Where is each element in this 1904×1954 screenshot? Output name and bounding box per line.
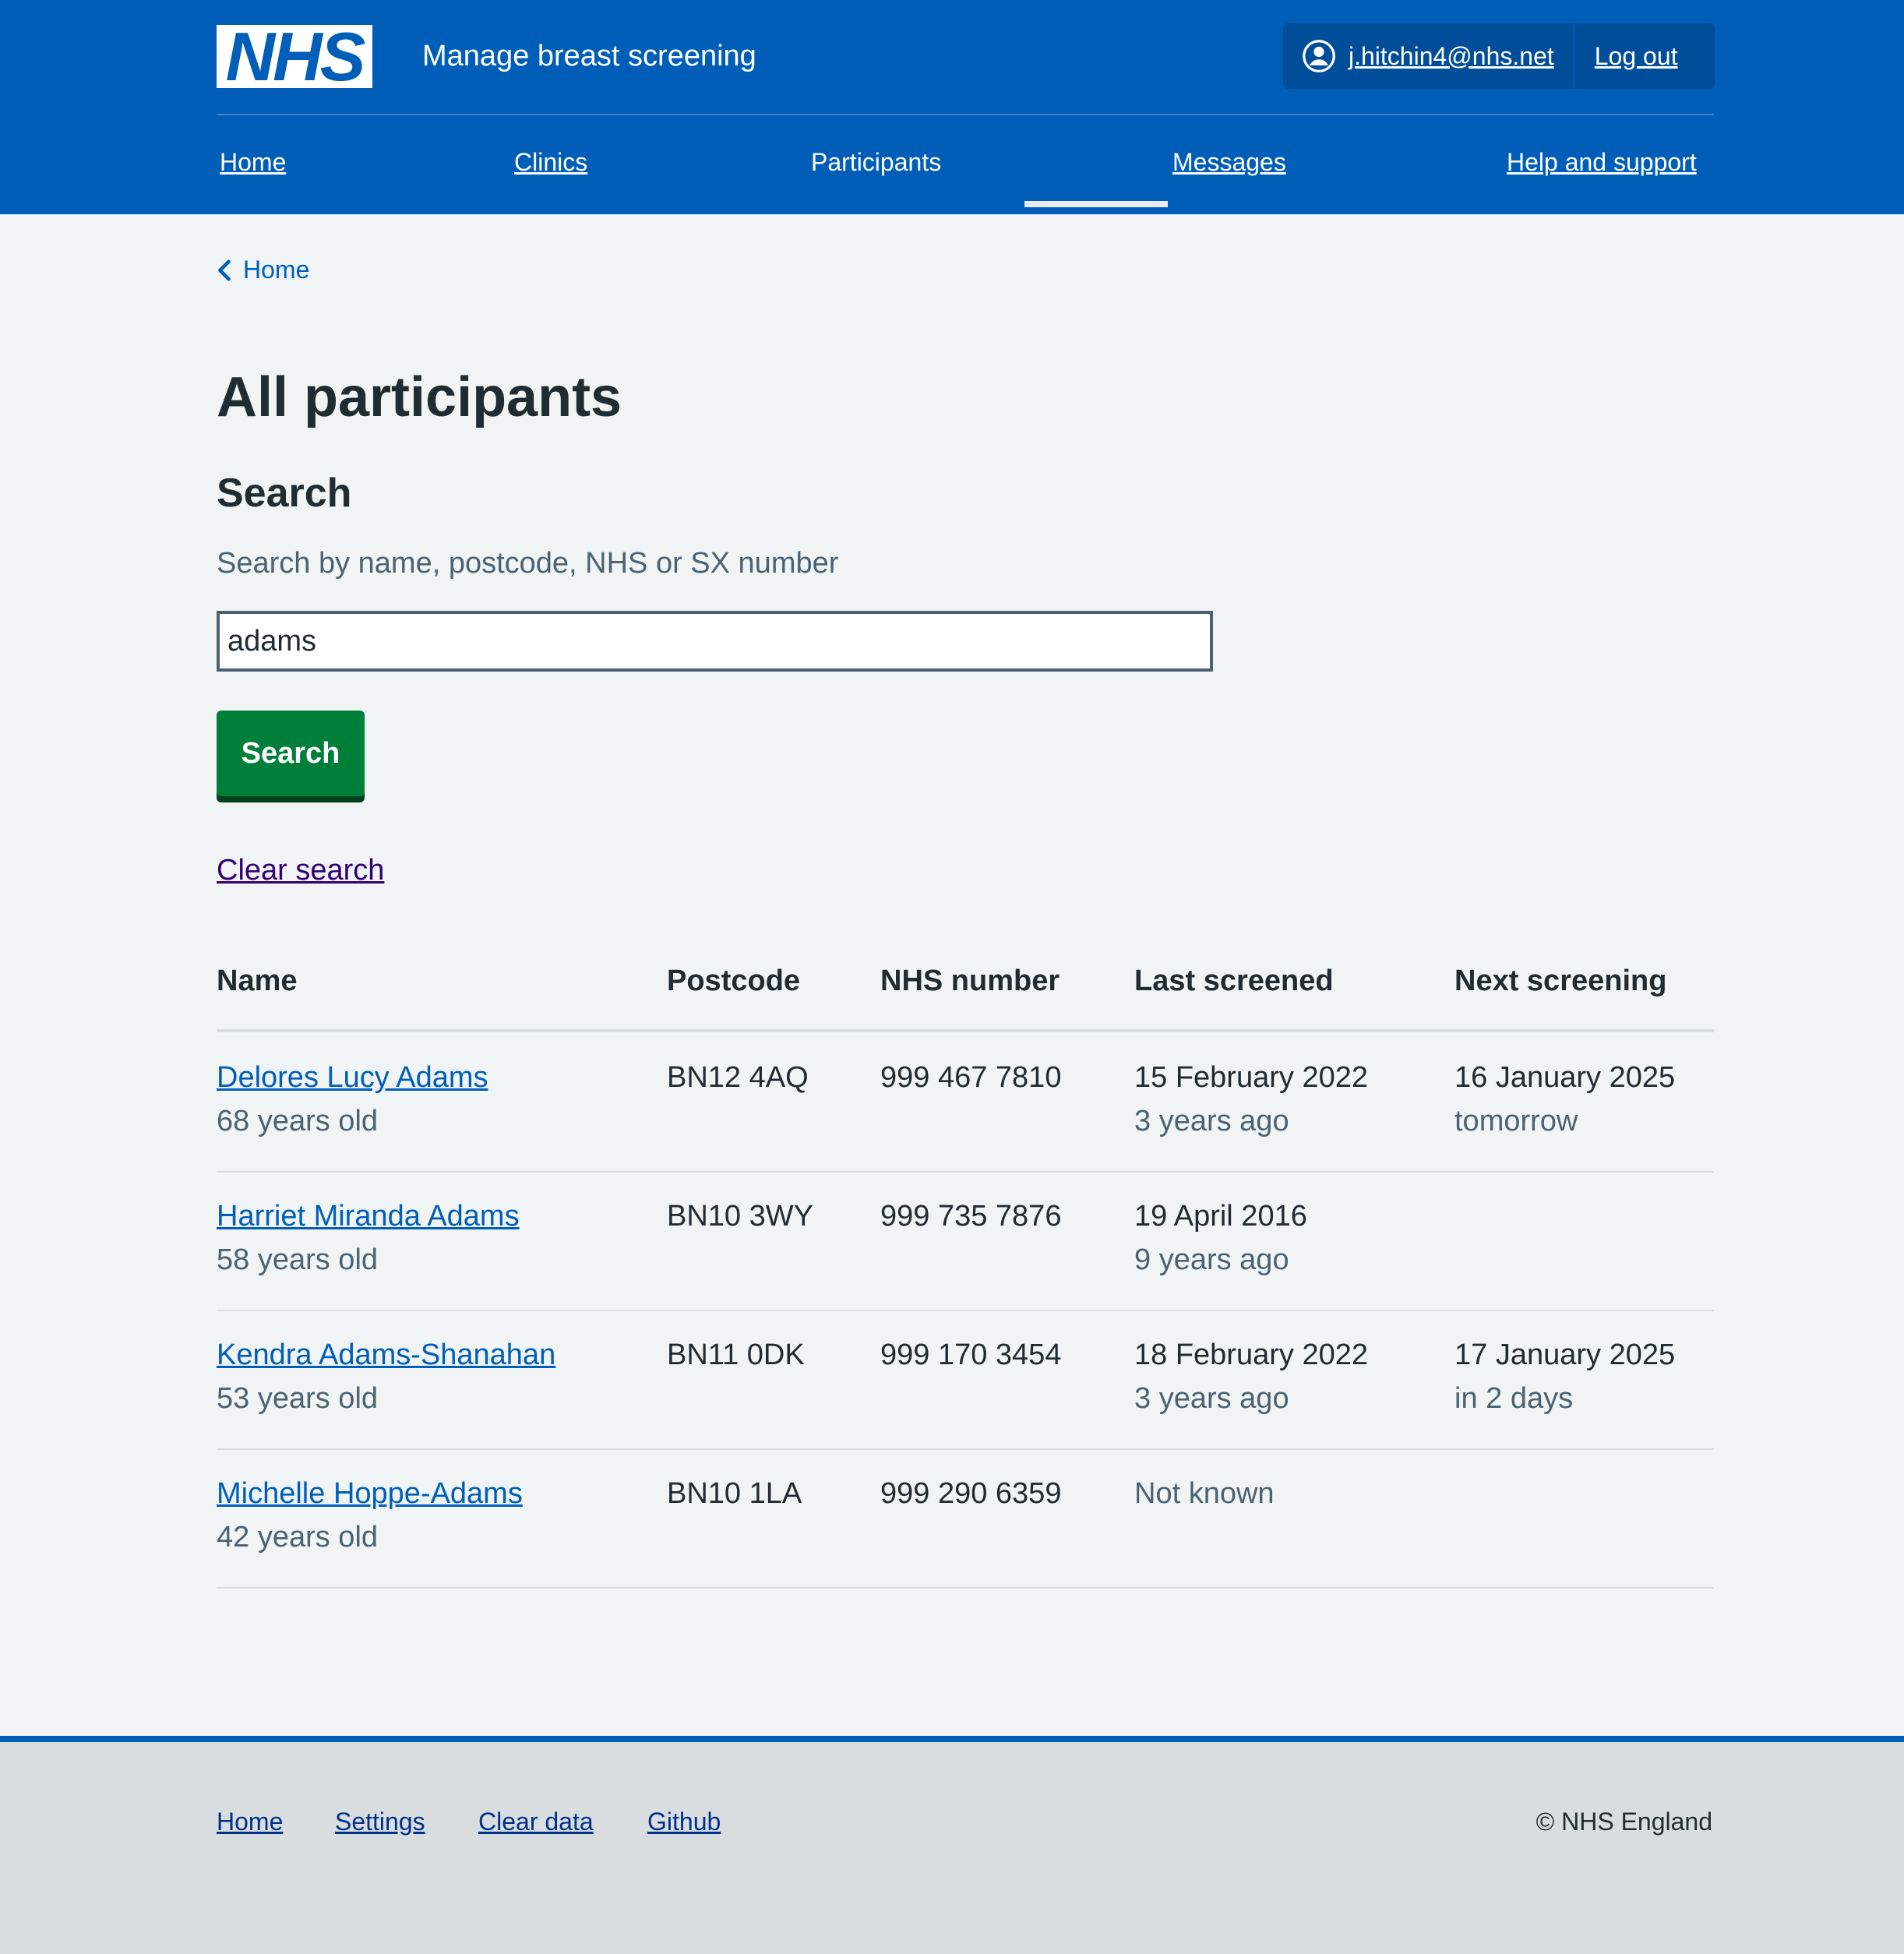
last-screened-cell: 19 April 2016 9 years ago [1134, 1194, 1307, 1282]
back-link[interactable]: Home [217, 256, 309, 284]
next-screening-relative: in 2 days [1454, 1382, 1574, 1415]
footer-link-github[interactable]: Github [647, 1808, 721, 1836]
column-header-next-screening: Next screening [1454, 965, 1667, 997]
participant-cell: Michelle Hoppe-Adams 42 years old [217, 1472, 523, 1559]
participant-age: 58 years old [217, 1243, 379, 1276]
next-screening-cell: 16 January 2025 tomorrow [1454, 1056, 1675, 1143]
service-name[interactable]: Manage breast screening [422, 34, 756, 78]
search-heading: Search [217, 471, 352, 516]
last-screened-date: 15 February 2022 [1134, 1061, 1368, 1094]
nhs-number-cell: 999 290 6359 [880, 1477, 1062, 1510]
search-input[interactable] [217, 611, 1213, 672]
back-link-label: Home [243, 256, 310, 284]
page-title: All participants [217, 366, 622, 429]
nav-item-help-and-support[interactable]: Help and support [1507, 148, 1697, 177]
last-screened-cell: 18 February 2022 3 years ago [1134, 1333, 1368, 1420]
footer: Home Settings Clear data Github © NHS En… [0, 1742, 1904, 1954]
participant-cell: Kendra Adams-Shanahan 53 years old [217, 1333, 555, 1420]
last-screened-cell: Not known [1134, 1472, 1275, 1515]
search-hint: Search by name, postcode, NHS or SX numb… [217, 547, 839, 580]
last-screened-date: 18 February 2022 [1134, 1339, 1368, 1371]
next-screening-date: 16 January 2025 [1454, 1061, 1676, 1094]
copyright: © NHS England [1536, 1808, 1712, 1836]
table-row: Delores Lucy Adams 68 years old BN12 4AQ… [217, 1032, 1714, 1173]
participant-age: 53 years old [217, 1382, 379, 1415]
header: NHS Manage breast screening j.hitchin4@n… [0, 0, 1904, 214]
nav-item-messages[interactable]: Messages [1172, 148, 1286, 177]
account-email-link[interactable]: j.hitchin4@nhs.net [1349, 42, 1554, 71]
participant-name-link[interactable]: Kendra Adams-Shanahan [217, 1339, 555, 1371]
nav-item-participants[interactable]: Participants [811, 148, 941, 177]
clear-search-link[interactable]: Clear search [217, 854, 384, 887]
primary-nav: Home Clinics Participants Messages Help … [217, 115, 1714, 214]
next-screening-relative: tomorrow [1454, 1105, 1578, 1137]
participant-age: 68 years old [217, 1105, 379, 1137]
last-screened-date: Not known [1134, 1477, 1275, 1510]
last-screened-relative: 9 years ago [1134, 1243, 1289, 1276]
postcode-cell: BN11 0DK [667, 1339, 805, 1371]
table-row: Kendra Adams-Shanahan 53 years old BN11 … [217, 1310, 1714, 1450]
column-header-last-screened: Last screened [1134, 965, 1334, 997]
chevron-left-icon [218, 259, 231, 280]
participant-cell: Delores Lucy Adams 68 years old [217, 1056, 488, 1143]
last-screened-date: 19 April 2016 [1134, 1200, 1307, 1233]
footer-link-home[interactable]: Home [217, 1808, 283, 1836]
postcode-cell: BN10 1LA [667, 1477, 802, 1510]
column-header-name: Name [217, 965, 298, 997]
postcode-cell: BN10 3WY [667, 1200, 813, 1233]
participant-name-link[interactable]: Delores Lucy Adams [217, 1061, 488, 1094]
nhs-logo[interactable]: NHS [217, 23, 372, 91]
nhs-number-cell: 999 467 7810 [880, 1061, 1062, 1094]
table-row: Michelle Hoppe-Adams 42 years old BN10 1… [217, 1448, 1714, 1589]
search-button[interactable]: Search [217, 711, 365, 796]
next-screening-cell: 17 January 2025 in 2 days [1454, 1333, 1675, 1420]
footer-link-settings[interactable]: Settings [335, 1808, 425, 1836]
participant-cell: Harriet Miranda Adams 58 years old [217, 1194, 520, 1282]
participant-name-link[interactable]: Harriet Miranda Adams [217, 1200, 520, 1233]
account-user: j.hitchin4@nhs.net [1283, 23, 1574, 89]
logout-link[interactable]: Log out [1595, 42, 1678, 70]
nav-item-clinics[interactable]: Clinics [514, 148, 587, 177]
footer-divider [0, 1736, 1904, 1742]
logout-wrap: Log out [1574, 42, 1698, 71]
last-screened-relative: 3 years ago [1134, 1382, 1289, 1415]
column-header-nhs-number: NHS number [880, 965, 1060, 997]
last-screened-relative: 3 years ago [1134, 1105, 1289, 1137]
user-icon [1303, 40, 1335, 72]
participant-name-link[interactable]: Michelle Hoppe-Adams [217, 1477, 523, 1510]
table-row: Harriet Miranda Adams 58 years old BN10 … [217, 1171, 1714, 1311]
account-bar: j.hitchin4@nhs.net Log out [1283, 23, 1715, 89]
footer-link-clear-data[interactable]: Clear data [478, 1808, 594, 1836]
nhs-number-cell: 999 735 7876 [880, 1200, 1062, 1233]
postcode-cell: BN12 4AQ [667, 1061, 809, 1094]
nhs-number-cell: 999 170 3454 [880, 1339, 1062, 1371]
next-screening-date: 17 January 2025 [1454, 1339, 1676, 1371]
last-screened-cell: 15 February 2022 3 years ago [1134, 1056, 1368, 1143]
participant-age: 42 years old [217, 1521, 379, 1554]
column-header-postcode: Postcode [667, 965, 801, 997]
active-nav-indicator [1024, 201, 1168, 207]
nav-item-home[interactable]: Home [220, 148, 286, 177]
